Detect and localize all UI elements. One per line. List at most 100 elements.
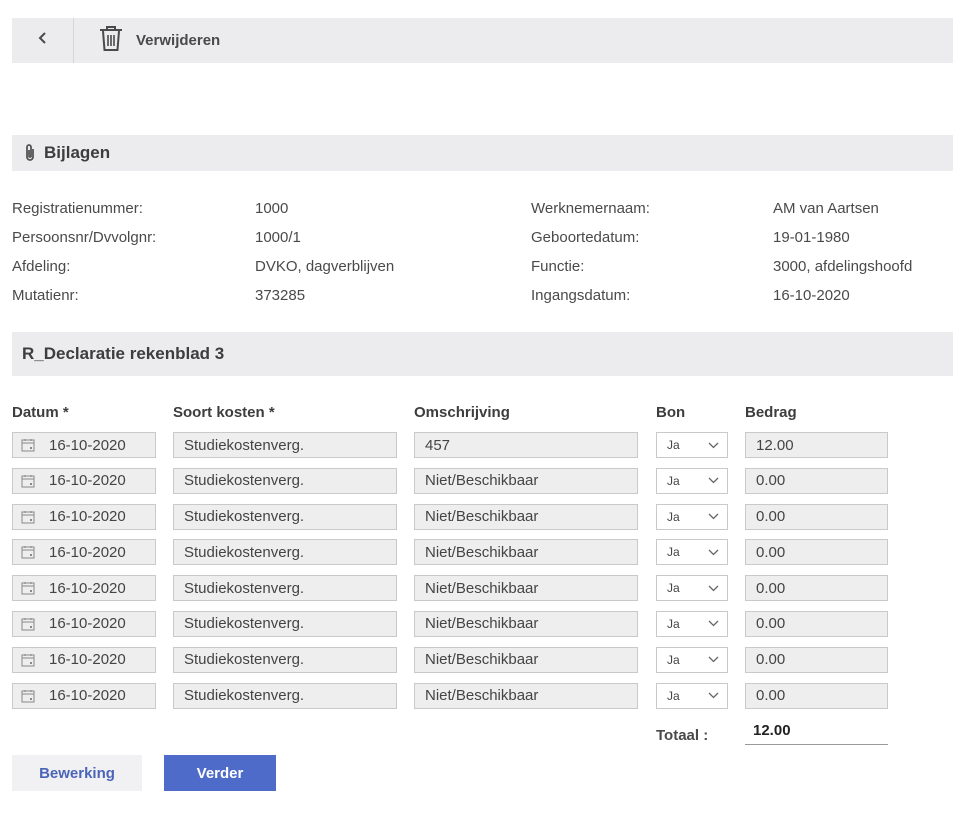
chevron-down-icon	[708, 692, 719, 699]
bon-select[interactable]: Ja	[656, 467, 728, 494]
table-row: 16-10-2020 Studiekostenverg. Niet/Beschi…	[0, 539, 953, 575]
bon-select[interactable]: Ja	[656, 503, 728, 530]
soort-kosten-value: Studiekostenverg.	[184, 579, 305, 597]
chevron-down-icon	[708, 585, 719, 592]
date-input[interactable]: 16-10-2020	[12, 575, 156, 602]
date-value: 16-10-2020	[49, 436, 126, 454]
omschrijving-input[interactable]: Niet/Beschikbaar	[414, 539, 638, 566]
date-input[interactable]: 16-10-2020	[12, 467, 156, 494]
soort-kosten-input[interactable]: Studiekostenverg.	[173, 467, 397, 494]
col-header-bedrag: Bedrag	[745, 404, 797, 421]
soort-kosten-input[interactable]: Studiekostenverg.	[173, 575, 397, 602]
col-header-omschrijving: Omschrijving	[414, 404, 510, 421]
back-button[interactable]	[12, 18, 74, 63]
omschrijving-value: 457	[425, 436, 451, 454]
calendar-icon[interactable]	[21, 617, 35, 631]
bedrag-value: 0.00	[756, 579, 786, 597]
calendar-icon[interactable]	[21, 653, 35, 667]
col-header-datum: Datum *	[12, 404, 69, 421]
soort-kosten-value: Studiekostenverg.	[184, 508, 305, 526]
expense-rows: 16-10-2020 Studiekostenverg. 457 Ja 12.0…	[0, 432, 953, 718]
bon-value: Ja	[667, 509, 680, 524]
verder-button[interactable]: Verder	[164, 755, 276, 791]
omschrijving-input[interactable]: Niet/Beschikbaar	[414, 610, 638, 637]
date-input[interactable]: 16-10-2020	[12, 610, 156, 637]
omschrijving-input[interactable]: Niet/Beschikbaar	[414, 575, 638, 602]
info-value: DVKO, dagverblijven	[255, 258, 395, 275]
bon-select[interactable]: Ja	[656, 646, 728, 673]
info-row: Registratienummer: 1000 Werknemernaam: A…	[12, 196, 942, 225]
info-label: Functie:	[531, 258, 585, 275]
calendar-icon[interactable]	[21, 689, 35, 703]
omschrijving-value: Niet/Beschikbaar	[425, 579, 539, 597]
bedrag-input[interactable]: 0.00	[745, 503, 888, 530]
table-row: 16-10-2020 Studiekostenverg. Niet/Beschi…	[0, 646, 953, 683]
info-label: Mutatienr:	[12, 287, 79, 304]
date-value: 16-10-2020	[49, 543, 126, 561]
table-row: 16-10-2020 Studiekostenverg. Niet/Beschi…	[0, 610, 953, 647]
date-input[interactable]: 16-10-2020	[12, 646, 156, 673]
bedrag-value: 12.00	[756, 436, 794, 454]
totaal-value: 12.00	[745, 721, 888, 745]
bon-value: Ja	[667, 545, 680, 560]
soort-kosten-input[interactable]: Studiekostenverg.	[173, 503, 397, 530]
info-value: 19-01-1980	[773, 229, 850, 246]
bijlagen-title: Bijlagen	[44, 143, 111, 162]
date-value: 16-10-2020	[49, 687, 126, 705]
info-row: Persoonsnr/Dvvolgnr: 1000/1 Geboortedatu…	[12, 225, 942, 254]
calendar-icon[interactable]	[21, 581, 35, 595]
bon-select[interactable]: Ja	[656, 682, 728, 709]
calendar-icon[interactable]	[21, 438, 35, 452]
omschrijving-input[interactable]: Niet/Beschikbaar	[414, 682, 638, 709]
bon-value: Ja	[667, 688, 680, 703]
calendar-icon[interactable]	[21, 545, 35, 559]
omschrijving-value: Niet/Beschikbaar	[425, 508, 539, 526]
calendar-icon[interactable]	[21, 474, 35, 488]
bedrag-input[interactable]: 0.00	[745, 610, 888, 637]
bedrag-input[interactable]: 0.00	[745, 646, 888, 673]
omschrijving-input[interactable]: Niet/Beschikbaar	[414, 467, 638, 494]
calendar-icon[interactable]	[21, 510, 35, 524]
bon-value: Ja	[667, 438, 680, 452]
bon-select[interactable]: Ja	[656, 539, 728, 566]
info-value: 1000	[255, 200, 289, 217]
omschrijving-value: Niet/Beschikbaar	[425, 687, 539, 705]
omschrijving-input[interactable]: Niet/Beschikbaar	[414, 646, 638, 673]
date-input[interactable]: 16-10-2020	[12, 539, 156, 566]
soort-kosten-input[interactable]: Studiekostenverg.	[173, 432, 397, 458]
date-input[interactable]: 16-10-2020	[12, 432, 156, 458]
bon-value: Ja	[667, 616, 680, 631]
bedrag-input[interactable]: 0.00	[745, 467, 888, 494]
bedrag-input[interactable]: 0.00	[745, 575, 888, 602]
bon-select[interactable]: Ja	[656, 575, 728, 602]
bijlagen-header[interactable]: Bijlagen	[12, 135, 953, 171]
bedrag-input[interactable]: 0.00	[745, 539, 888, 566]
date-input[interactable]: 16-10-2020	[12, 503, 156, 530]
omschrijving-input[interactable]: 457	[414, 432, 638, 458]
bewerking-button[interactable]: Bewerking	[12, 755, 142, 791]
bon-value: Ja	[667, 581, 680, 596]
sheet-title: R_Declaratie rekenblad 3	[22, 344, 225, 363]
soort-kosten-value: Studiekostenverg.	[184, 615, 305, 633]
date-input[interactable]: 16-10-2020	[12, 682, 156, 709]
soort-kosten-value: Studiekostenverg.	[184, 472, 305, 490]
omschrijving-input[interactable]: Niet/Beschikbaar	[414, 503, 638, 530]
info-value: 373285	[255, 287, 306, 304]
info-label: Persoonsnr/Dvvolgnr:	[12, 229, 157, 246]
delete-button[interactable]: Verwijderen	[74, 18, 220, 63]
bedrag-input[interactable]: 12.00	[745, 432, 888, 458]
table-row: 16-10-2020 Studiekostenverg. Niet/Beschi…	[0, 467, 953, 504]
soort-kosten-input[interactable]: Studiekostenverg.	[173, 539, 397, 566]
bedrag-value: 0.00	[756, 472, 786, 490]
info-label: Geboortedatum:	[531, 229, 640, 246]
soort-kosten-input[interactable]: Studiekostenverg.	[173, 610, 397, 637]
bon-select[interactable]: Ja	[656, 610, 728, 637]
bon-select[interactable]: Ja	[656, 432, 728, 458]
sheet-header: R_Declaratie rekenblad 3	[12, 332, 953, 376]
table-header: Datum * Soort kosten * Omschrijving Bon …	[0, 402, 953, 424]
chevron-down-icon	[708, 442, 719, 449]
soort-kosten-input[interactable]: Studiekostenverg.	[173, 646, 397, 673]
bedrag-input[interactable]: 0.00	[745, 682, 888, 709]
toolbar: Verwijderen	[12, 18, 953, 63]
soort-kosten-input[interactable]: Studiekostenverg.	[173, 682, 397, 709]
